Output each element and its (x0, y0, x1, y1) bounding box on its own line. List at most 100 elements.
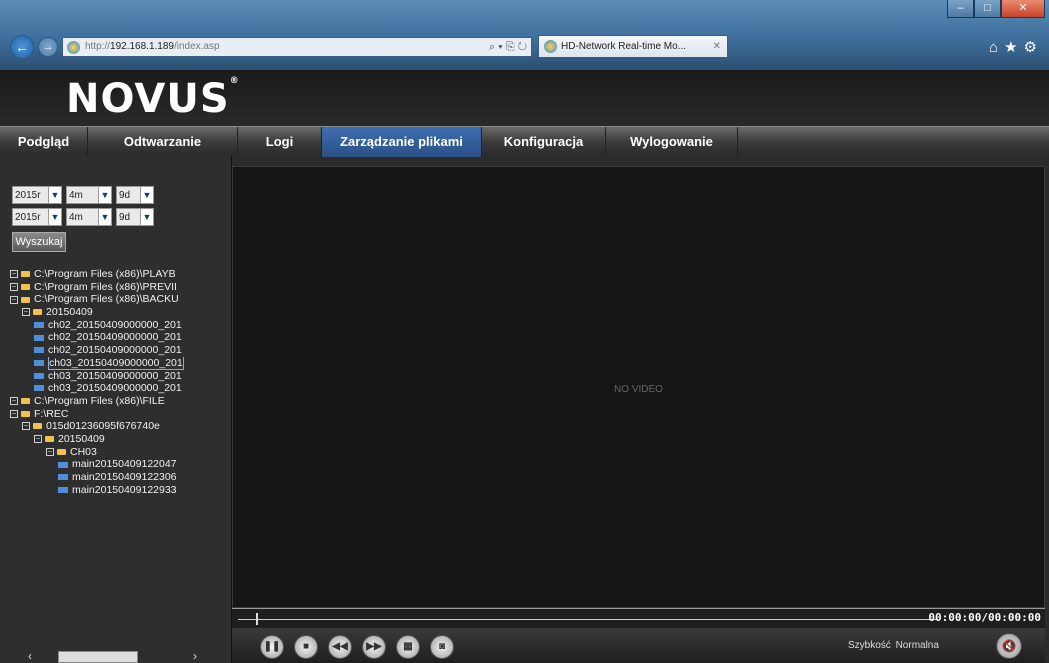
logo-registered-mark: ® (229, 76, 240, 86)
ie-icon (67, 41, 80, 54)
menu-item-zarzadzanie-plikami[interactable]: Zarządzanie plikami (322, 127, 482, 157)
video-file-icon (34, 347, 44, 354)
from-year-select[interactable]: 2015r ▼ (12, 186, 62, 204)
scroll-thumb[interactable] (58, 651, 138, 663)
video-file-icon (34, 372, 44, 379)
tab-close-icon[interactable]: ✕ (713, 36, 721, 57)
folder-icon (21, 296, 30, 303)
tree-file-item[interactable]: ch03_20150409000000_201 (10, 382, 232, 395)
pause-button[interactable]: ❚❚ (260, 635, 284, 659)
browser-tab[interactable]: HD-Network Real-time Mo... ✕ (538, 35, 728, 57)
tab-title: HD-Network Real-time Mo... (561, 41, 687, 52)
tree-item-label: ch03_20150409000000_201 (48, 369, 182, 382)
horizontal-scrollbar[interactable]: ‹ › (22, 649, 227, 663)
menu-item-konfiguracja[interactable]: Konfiguracja (482, 127, 606, 157)
search-button[interactable]: Wyszukaj (12, 232, 66, 252)
tree-folder-item[interactable]: − C:\Program Files (x86)\PLAYB (10, 268, 232, 281)
mute-button[interactable]: 🔇 (996, 633, 1022, 659)
timeline-track[interactable] (238, 619, 938, 620)
collapse-toggle-icon[interactable]: − (10, 282, 18, 291)
scroll-right-icon[interactable]: › (193, 649, 197, 663)
menu-item-odtwarzanie[interactable]: Odtwarzanie (88, 127, 238, 157)
close-window-button[interactable]: ✕ (1001, 0, 1045, 18)
menu-item-podglad[interactable]: Podgląd (0, 127, 88, 157)
from-year-value: 2015r (15, 189, 41, 201)
home-favorites-settings-icons[interactable]: ⌂★⚙ (989, 38, 1043, 56)
collapse-toggle-icon[interactable]: − (46, 447, 54, 456)
tree-item-label: main20150409122047 (72, 458, 177, 471)
tree-folder-item[interactable]: − C:\Program Files (x86)\BACKU (10, 293, 232, 306)
to-month-select[interactable]: 4m ▼ (66, 208, 112, 226)
tree-folder-item[interactable]: − F:\REC (10, 408, 232, 421)
to-day-value: 9d (119, 211, 131, 223)
folder-icon (21, 271, 30, 278)
chevron-down-icon: ▼ (98, 187, 111, 203)
tree-item-label: main20150409122306 (72, 471, 177, 483)
folder-icon (33, 309, 42, 316)
tree-file-item[interactable]: ch02_20150409000000_201 (10, 331, 232, 344)
timeline-handle[interactable] (256, 613, 258, 625)
chevron-down-icon: ▼ (140, 187, 153, 203)
tree-file-item[interactable]: main20150409122047 (10, 458, 232, 471)
video-player[interactable]: NO VIDEO (232, 166, 1045, 608)
playback-controls: ❚❚ ■ ◀◀ ▶▶ ▦ ◙ Szybkość Normalna 🔇 (232, 628, 1045, 663)
collapse-toggle-icon[interactable]: − (10, 409, 18, 418)
tree-folder-item[interactable]: − C:\Program Files (x86)\FILE (10, 395, 232, 408)
folder-icon (45, 436, 54, 443)
collapse-toggle-icon[interactable]: − (10, 295, 18, 304)
tree-file-item[interactable]: main20150409122306 (10, 471, 232, 484)
tree-item-label: 20150409 (46, 306, 93, 319)
fast-forward-button[interactable]: ▶▶ (362, 635, 386, 659)
tree-item-label: 20150409 (58, 432, 105, 445)
tree-file-item[interactable]: ch03_20150409000000_201 (10, 370, 232, 383)
tree-item-label: ch03_20150409000000_201 (48, 382, 182, 395)
minimize-button[interactable]: – (947, 0, 974, 18)
tree-item-label: ch03_20150409000000_201 (48, 356, 184, 370)
tree-folder-item[interactable]: − 015d01236095f676740e (10, 420, 232, 433)
from-day-select[interactable]: 9d ▼ (116, 186, 154, 204)
forward-button[interactable]: → (38, 37, 58, 57)
folder-icon (21, 398, 30, 405)
address-bar[interactable]: http://192.168.1.189/index.asp ⌕ ▾ ⎘ ↻ (62, 37, 532, 57)
folder-icon (21, 283, 30, 290)
from-month-select[interactable]: 4m ▼ (66, 186, 112, 204)
clip-button[interactable]: ▦ (396, 635, 420, 659)
playback-timeline[interactable]: 00:00:00/00:00:00 (232, 608, 1045, 628)
rewind-button[interactable]: ◀◀ (328, 635, 352, 659)
chevron-down-icon: ▼ (140, 209, 153, 225)
stop-button[interactable]: ■ (294, 635, 318, 659)
tree-folder-item[interactable]: − CH03 (10, 446, 232, 459)
file-tree: − C:\Program Files (x86)\PLAYB − C:\Program… (10, 268, 232, 496)
menu-item-wylogowanie[interactable]: Wylogowanie (606, 127, 738, 157)
address-tools-icon[interactable]: ⌕ ▾ ⎘ ↻ (489, 38, 527, 56)
menu-item-logi[interactable]: Logi (238, 127, 322, 157)
tree-item-label: C:\Program Files (x86)\PREVII (34, 280, 177, 293)
scroll-left-icon[interactable]: ‹ (28, 649, 32, 663)
address-path: /index.asp (173, 41, 220, 52)
snapshot-button[interactable]: ◙ (430, 635, 454, 659)
to-year-select[interactable]: 2015r ▼ (12, 208, 62, 226)
maximize-button[interactable]: □ (974, 0, 1001, 18)
tree-file-item[interactable]: ch03_20150409000000_201 (10, 356, 232, 370)
tree-folder-item[interactable]: − C:\Program Files (x86)\PREVII (10, 281, 232, 294)
tree-item-label: F:\REC (34, 407, 69, 420)
collapse-toggle-icon[interactable]: − (22, 422, 30, 431)
tree-file-item[interactable]: main20150409122933 (10, 484, 232, 497)
to-day-select[interactable]: 9d ▼ (116, 208, 154, 226)
tree-file-item[interactable]: ch02_20150409000000_201 (10, 319, 232, 332)
collapse-toggle-icon[interactable]: − (34, 435, 42, 444)
video-file-icon (58, 461, 68, 468)
window-controls: – □ ✕ (947, 0, 1045, 18)
to-month-value: 4m (69, 211, 83, 223)
chevron-down-icon: ▼ (48, 187, 61, 203)
from-month-value: 4m (69, 189, 83, 201)
collapse-toggle-icon[interactable]: − (10, 270, 18, 279)
tree-folder-item[interactable]: − 20150409 (10, 306, 232, 319)
tab-favicon-icon (544, 40, 557, 53)
collapse-toggle-icon[interactable]: − (22, 308, 30, 317)
back-button[interactable]: ← (10, 35, 34, 59)
tree-folder-item[interactable]: − 20150409 (10, 433, 232, 446)
tree-item-label: 015d01236095f676740e (46, 420, 160, 433)
collapse-toggle-icon[interactable]: − (10, 397, 18, 406)
tree-file-item[interactable]: ch02_20150409000000_201 (10, 344, 232, 357)
